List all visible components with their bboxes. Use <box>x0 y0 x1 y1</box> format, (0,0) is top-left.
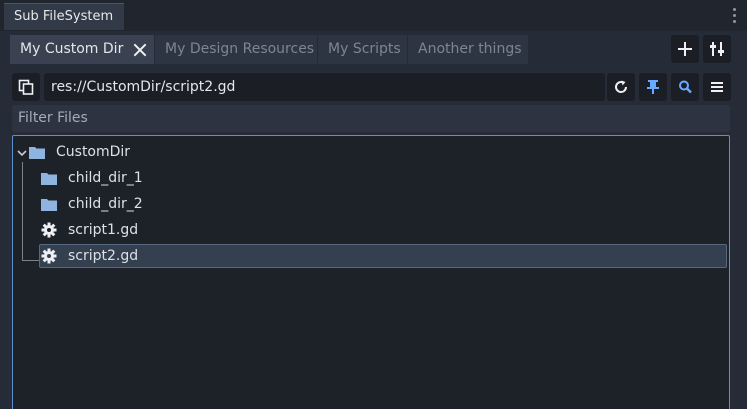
kebab-menu-icon[interactable] <box>733 8 737 24</box>
tree-item-label: script2.gd <box>68 248 139 264</box>
copy-path-button[interactable] <box>12 73 40 101</box>
settings-button[interactable] <box>703 35 731 63</box>
search-icon <box>679 80 692 94</box>
tab-my-custom-dir[interactable]: My Custom Dir <box>10 35 154 64</box>
path-input[interactable]: res://CustomDir/script2.gd <box>44 73 605 101</box>
search-button[interactable] <box>671 73 699 101</box>
tab-my-scripts[interactable]: My Scripts <box>318 35 407 64</box>
tree-row-child-dir-2[interactable]: child_dir_2 <box>39 192 727 216</box>
chevron-down-icon[interactable] <box>17 148 27 158</box>
tree-item-label: CustomDir <box>56 144 131 160</box>
close-icon[interactable] <box>133 43 146 56</box>
tree-row-root[interactable]: CustomDir <box>17 140 727 164</box>
filter-files-input[interactable]: Filter Files <box>12 105 730 132</box>
pin-icon <box>647 80 659 94</box>
tree-item-label: script1.gd <box>68 222 139 238</box>
tab-label: Another things <box>418 41 522 57</box>
menu-button[interactable] <box>703 73 731 101</box>
gear-script-icon <box>41 222 57 238</box>
refresh-icon <box>615 80 628 93</box>
tab-label: My Custom Dir <box>20 41 124 57</box>
tree-row-child-dir-1[interactable]: child_dir_1 <box>39 166 727 190</box>
tree-item-label: child_dir_1 <box>68 170 143 186</box>
folder-icon <box>41 173 57 185</box>
plus-icon <box>678 42 692 56</box>
filesystem-panel: My Custom Dir My Design Resources My Scr… <box>0 31 747 409</box>
dock-tab-strip: Sub FileSystem <box>0 0 747 31</box>
folder-icon <box>41 199 57 211</box>
tab-label: My Design Resources <box>165 41 315 57</box>
tab-my-design-resources[interactable]: My Design Resources <box>155 35 317 64</box>
dock-tab-sub-filesystem[interactable]: Sub FileSystem <box>4 3 124 30</box>
sub-filesystem-dock: Sub FileSystem My Custom Dir My Design R… <box>0 0 747 409</box>
tools-icon <box>710 42 724 56</box>
gear-script-icon <box>41 248 57 264</box>
tab-label: My Scripts <box>328 41 401 57</box>
file-tree: CustomDir child_dir_1 child_dir_2 script… <box>12 135 730 409</box>
tree-row-script1[interactable]: script1.gd <box>39 218 727 242</box>
tree-guide-line <box>22 162 23 261</box>
add-tab-button[interactable] <box>671 35 699 63</box>
folder-icon <box>29 147 45 159</box>
refresh-button[interactable] <box>607 73 635 101</box>
tree-row-script2[interactable]: script2.gd <box>39 244 727 268</box>
tree-item-label: child_dir_2 <box>68 196 143 212</box>
hamburger-menu-icon <box>711 82 723 92</box>
tab-another-things[interactable]: Another things <box>408 35 528 64</box>
pin-button[interactable] <box>639 73 667 101</box>
copy-path-icon <box>18 79 34 95</box>
